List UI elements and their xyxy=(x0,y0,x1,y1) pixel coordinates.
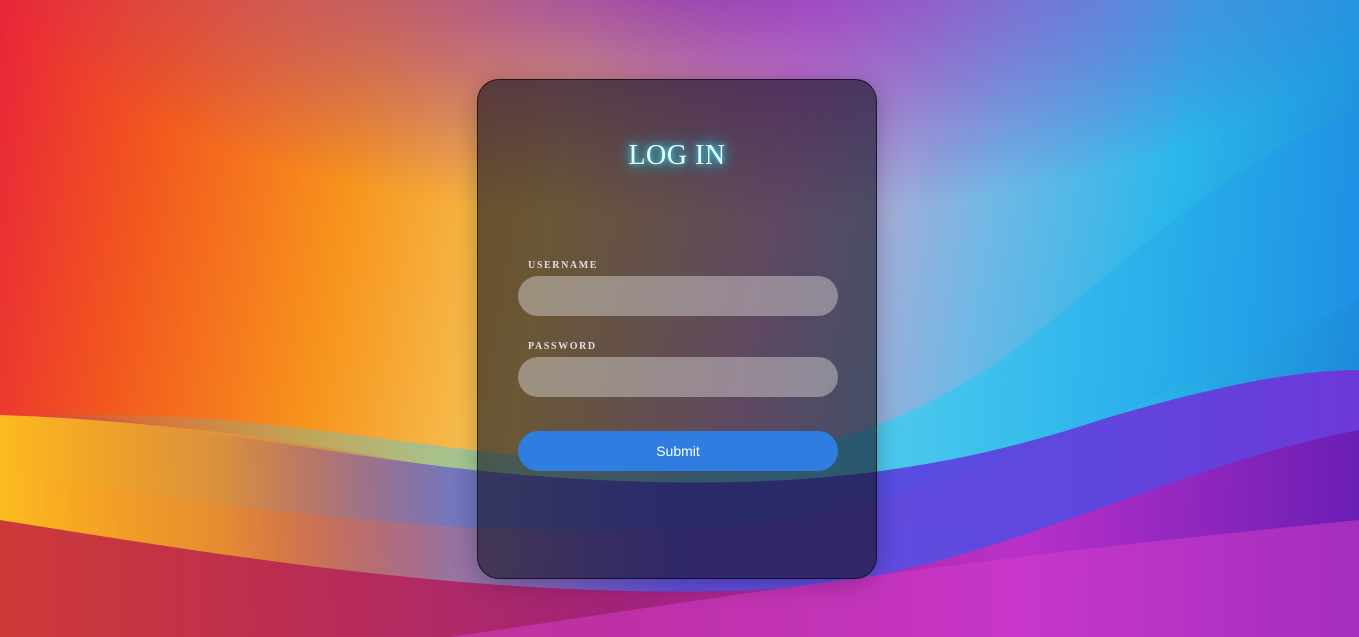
username-label: USERNAME xyxy=(528,260,599,271)
login-title: LOG IN xyxy=(628,140,726,171)
password-label: PASSWORD xyxy=(528,341,597,352)
username-input[interactable] xyxy=(518,276,838,316)
login-card: LOG IN USERNAME PASSWORD Submit xyxy=(477,79,877,579)
password-input[interactable] xyxy=(518,357,838,397)
submit-button[interactable]: Submit xyxy=(518,431,838,471)
